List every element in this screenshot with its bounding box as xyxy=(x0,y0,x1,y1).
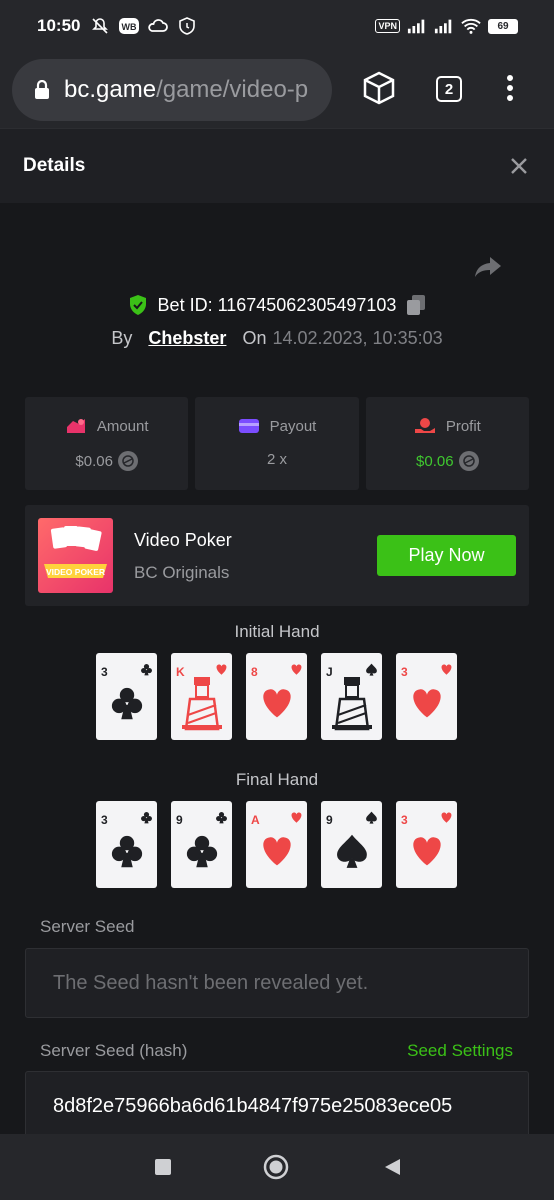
spades-center-icon xyxy=(321,673,382,733)
coin-icon xyxy=(117,451,138,471)
game-provider: BC Originals xyxy=(134,563,230,582)
clock: 10:50 xyxy=(37,16,81,35)
page-title: Details xyxy=(23,155,86,176)
bet-meta-row: By Chebster On 14.02.2023, 10:35:03 xyxy=(0,328,554,349)
spades-center-icon xyxy=(321,821,382,881)
playing-card: 9 xyxy=(171,801,232,888)
share-button[interactable] xyxy=(474,255,502,283)
share-icon xyxy=(475,257,501,277)
playing-card: 8 xyxy=(246,653,307,740)
playing-card: 3 xyxy=(396,801,457,888)
verified-shield-icon xyxy=(129,295,146,315)
status-bar: 10:50 WB VPN 69 xyxy=(0,0,554,52)
hearts-center-icon xyxy=(171,673,232,733)
lock-icon xyxy=(35,80,49,99)
home-circle-icon xyxy=(263,1154,289,1180)
server-seed-label: Server Seed xyxy=(40,917,135,936)
initial-hand: 3K8J3 xyxy=(96,653,457,740)
final-hand-label: Final Hand xyxy=(235,770,319,789)
stat-value: $0.06 xyxy=(416,452,454,470)
battery-icon: 69 xyxy=(488,18,518,34)
clubs-center-icon xyxy=(171,821,232,881)
game-name: Video Poker xyxy=(134,530,232,550)
svg-text:WB: WB xyxy=(122,22,137,32)
cloud-sync-icon xyxy=(148,16,169,36)
wb-icon: WB xyxy=(119,16,140,36)
by-label: By xyxy=(111,328,133,348)
details-header: Details xyxy=(0,128,554,203)
recents-button[interactable] xyxy=(154,1158,172,1176)
hearts-center-icon xyxy=(246,821,307,881)
profit-icon xyxy=(414,418,435,433)
vpn-badge: VPN xyxy=(375,19,400,33)
stat-amount: Amount $0.06 xyxy=(25,397,189,490)
wifi-icon xyxy=(461,16,481,36)
back-triangle-icon xyxy=(385,1159,400,1175)
browser-toolbar: bc.game/game/video-p 2 xyxy=(0,52,554,128)
signal-icon xyxy=(407,16,427,36)
hearts-center-icon xyxy=(396,673,457,733)
bet-date: 14.02.2023, 10:35:03 xyxy=(272,328,443,348)
payout-icon xyxy=(238,419,259,433)
server-seed-hash-label: Server Seed (hash) xyxy=(40,1041,188,1060)
signal-icon xyxy=(434,16,454,36)
url-domain: bc.game xyxy=(64,76,157,103)
game-thumbnail[interactable]: VIDEO POKER xyxy=(38,518,113,593)
stat-profit: Profit $0.06 xyxy=(365,397,529,490)
close-icon xyxy=(511,158,527,174)
game-thumb-text: VIDEO POKER xyxy=(46,567,105,577)
server-seed-field: The Seed hasn't been revealed yet. xyxy=(25,948,529,1018)
tab-count: 2 xyxy=(436,76,462,102)
url-path: /game/video-p xyxy=(156,76,309,103)
playing-card: 3 xyxy=(96,801,157,888)
hearts-center-icon xyxy=(246,673,307,733)
more-vertical-icon xyxy=(507,75,513,101)
stat-value: 2 x xyxy=(266,451,287,468)
bet-id-row: Bet ID: 116745062305497103 xyxy=(0,294,554,316)
final-hand: 39A93 xyxy=(96,801,457,888)
playing-card: 3 xyxy=(96,653,157,740)
coin-icon xyxy=(458,451,479,471)
bet-stats: Amount $0.06 Payout 2 x Profit $0.06 xyxy=(25,397,529,490)
system-nav-bar xyxy=(0,1134,554,1200)
cube-icon xyxy=(363,71,395,105)
hearts-center-icon xyxy=(396,821,457,881)
bet-details-panel: Bet ID: 116745062305497103 By Chebster O… xyxy=(0,203,554,1134)
play-now-button[interactable]: Play Now xyxy=(377,535,516,576)
square-icon xyxy=(155,1159,171,1175)
playing-card: K xyxy=(171,653,232,740)
close-button[interactable] xyxy=(507,154,531,178)
extension-cube-button[interactable] xyxy=(359,68,399,108)
stat-value: $0.06 xyxy=(75,452,113,470)
clubs-center-icon xyxy=(96,821,157,881)
back-button[interactable] xyxy=(382,1157,402,1177)
game-card: VIDEO POKER Video Poker BC Originals Pla… xyxy=(25,505,529,606)
home-button[interactable] xyxy=(263,1154,289,1180)
stat-payout: Payout 2 x xyxy=(195,397,359,490)
tabs-button[interactable]: 2 xyxy=(434,74,464,104)
copy-icon[interactable] xyxy=(406,294,426,316)
stat-label: Profit xyxy=(445,417,481,435)
bet-id: Bet ID: 116745062305497103 xyxy=(157,294,397,315)
stat-label: Amount xyxy=(96,417,149,435)
playing-card: 3 xyxy=(396,653,457,740)
playing-card: A xyxy=(246,801,307,888)
clubs-center-icon xyxy=(96,673,157,733)
browser-menu-button[interactable] xyxy=(498,70,522,106)
stat-label: Payout xyxy=(269,417,317,435)
user-link[interactable]: Chebster xyxy=(148,328,226,349)
shield-icon xyxy=(177,16,197,36)
on-label: On xyxy=(242,328,267,348)
seed-settings-link[interactable]: Seed Settings xyxy=(407,1041,513,1061)
mute-icon xyxy=(90,16,110,36)
server-seed-hash-field[interactable]: 8d8f2e75966ba6d61b4847f975e25083ece05 xyxy=(25,1071,529,1134)
playing-card: J xyxy=(321,653,382,740)
playing-card: 9 xyxy=(321,801,382,888)
url-bar[interactable]: bc.game/game/video-p xyxy=(12,59,332,121)
amount-icon xyxy=(66,419,85,433)
initial-hand-label: Initial Hand xyxy=(234,622,320,641)
